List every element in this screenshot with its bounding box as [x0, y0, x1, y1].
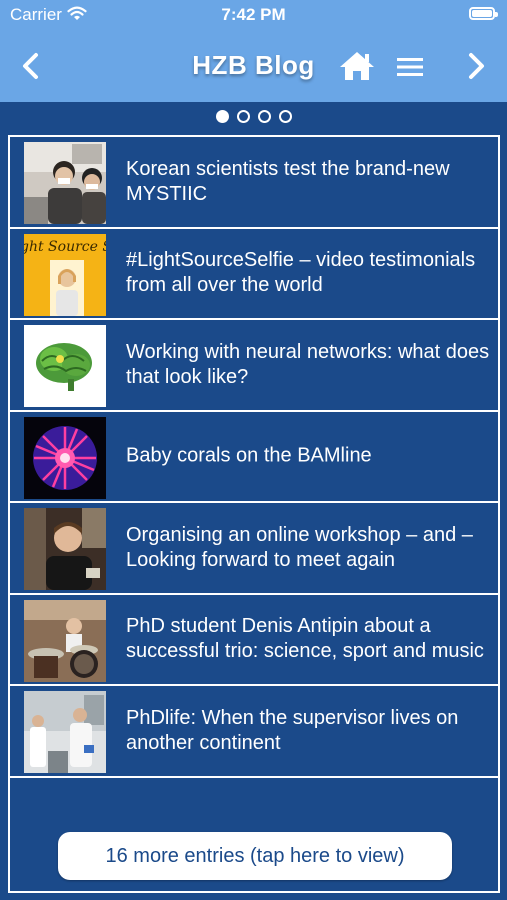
menu-icon[interactable]: [395, 55, 425, 79]
blog-entry[interactable]: ght Source Se #LightSourceSelfie – video…: [10, 229, 498, 320]
page-dot-1[interactable]: [215, 110, 229, 123]
home-icon[interactable]: [338, 50, 376, 82]
page-dot-3[interactable]: [257, 110, 271, 123]
entry-title: PhDlife: When the supervisor lives on an…: [126, 706, 459, 754]
blog-entry[interactable]: Working with neural networks: what does …: [10, 320, 498, 412]
more-entries-button[interactable]: 16 more entries (tap here to view): [58, 832, 452, 880]
blog-entry-list: Korean scientists test the brand-new MYS…: [8, 135, 500, 893]
thumbnail-text: ght Source Se: [24, 239, 106, 255]
entry-thumbnail: [24, 508, 106, 590]
entry-title: PhD student Denis Antipin about a succes…: [126, 615, 484, 663]
entry-title: Baby corals on the BAMline: [126, 444, 372, 467]
clock: 7:42 PM: [221, 5, 286, 24]
chevron-right-icon[interactable]: [463, 50, 489, 82]
blog-entry[interactable]: Organising an online workshop – and – Lo…: [10, 503, 498, 595]
entry-thumbnail: [24, 599, 106, 682]
entry-thumbnail: [24, 325, 106, 407]
navigation-bar: HZB Blog: [0, 30, 507, 102]
blog-entry[interactable]: Baby corals on the BAMline: [10, 412, 498, 503]
entry-title: #LightSourceSelfie – video testimonials …: [126, 249, 476, 297]
entry-thumbnail: [24, 416, 106, 499]
blog-entry[interactable]: PhDlife: When the supervisor lives on an…: [10, 686, 498, 778]
entry-thumbnail: ght Source Se: [24, 233, 106, 316]
page-dot-2[interactable]: [236, 110, 250, 123]
page-title: HZB Blog: [192, 50, 315, 80]
battery-icon: [469, 7, 498, 20]
blog-entry[interactable]: Korean scientists test the brand-new MYS…: [10, 137, 498, 229]
page-indicator: [0, 102, 507, 132]
entry-thumbnail: [24, 142, 106, 224]
entry-thumbnail: [24, 691, 106, 773]
page-dot-4[interactable]: [278, 110, 292, 123]
status-bar: Carrier 7:42 PM: [0, 0, 507, 30]
entry-title: Korean scientists test the brand-new MYS…: [126, 157, 450, 205]
blog-entry[interactable]: PhD student Denis Antipin about a succes…: [10, 595, 498, 686]
entry-title: Organising an online workshop – and – Lo…: [126, 523, 473, 571]
entry-title: Working with neural networks: what does …: [126, 340, 490, 388]
